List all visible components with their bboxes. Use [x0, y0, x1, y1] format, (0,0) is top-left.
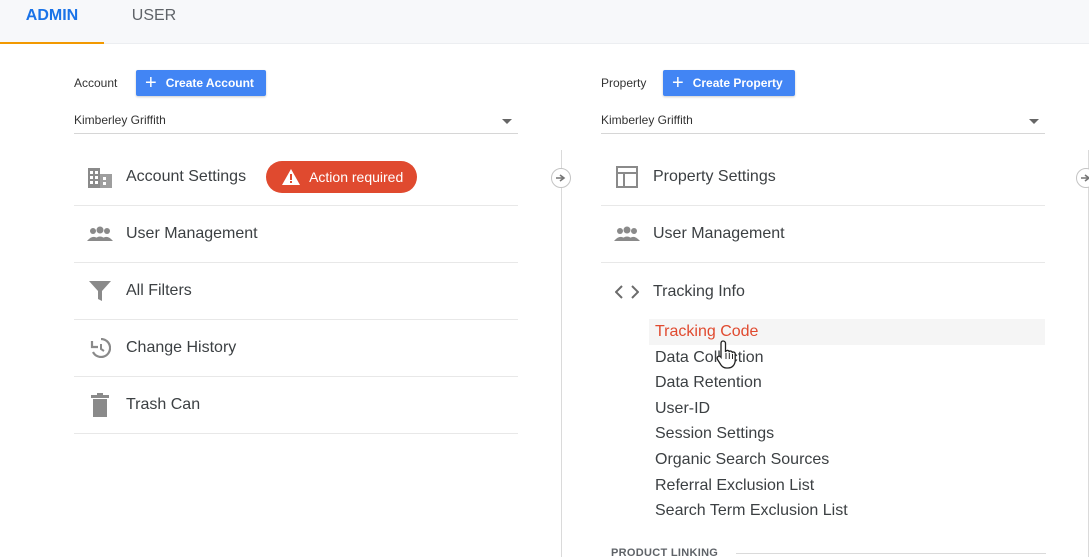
plus-icon: + [145, 72, 157, 94]
menu-item-label: Account Settings [126, 168, 247, 185]
warning-icon [282, 169, 301, 185]
account-selector[interactable]: Kimberley Griffith [74, 106, 518, 134]
filter-icon [74, 281, 126, 301]
tracking-info-submenu: Tracking Code Data Collection Data Reten… [649, 319, 1045, 524]
account-menu: Account Settings Action required User Ma… [74, 149, 518, 434]
section-heading-product-linking: PRODUCT LINKING [611, 547, 719, 559]
action-required-badge[interactable]: Action required [266, 161, 418, 193]
menu-item-trash-can[interactable]: Trash Can [74, 377, 518, 434]
admin-tab-bar: ADMIN USER [0, 0, 1089, 44]
expand-arrow-button[interactable] [1076, 168, 1089, 188]
menu-item-property-settings[interactable]: Property Settings [601, 149, 1045, 206]
submenu-item-search-term-exclusion-list[interactable]: Search Term Exclusion List [649, 498, 1045, 524]
plus-icon: + [672, 72, 684, 94]
create-property-label: Create Property [692, 76, 783, 90]
property-selected-value: Kimberley Griffith [601, 112, 693, 127]
code-icon [601, 284, 653, 300]
menu-item-all-filters[interactable]: All Filters [74, 263, 518, 320]
menu-item-label: Tracking Info [653, 282, 745, 300]
layout-icon [601, 166, 653, 188]
people-icon [601, 225, 653, 243]
building-icon [74, 166, 126, 188]
create-property-button[interactable]: + Create Property [663, 70, 795, 96]
submenu-item-referral-exclusion-list[interactable]: Referral Exclusion List [649, 473, 1045, 499]
submenu-item-tracking-code[interactable]: Tracking Code [649, 319, 1045, 345]
property-column-label: Property [601, 76, 647, 90]
account-selected-value: Kimberley Griffith [74, 112, 166, 127]
submenu-item-data-retention[interactable]: Data Retention [649, 370, 1045, 396]
dropdown-caret-icon [1029, 119, 1039, 124]
submenu-item-organic-search-sources[interactable]: Organic Search Sources [649, 447, 1045, 473]
menu-item-account-settings[interactable]: Account Settings Action required [74, 149, 518, 206]
expand-arrow-button[interactable] [551, 168, 571, 188]
people-icon [74, 225, 126, 243]
menu-item-label: All Filters [126, 282, 192, 299]
section-divider [736, 553, 1046, 554]
dropdown-caret-icon [502, 119, 512, 124]
property-selector[interactable]: Kimberley Griffith [601, 106, 1045, 134]
menu-item-label: User Management [126, 225, 258, 242]
create-account-label: Create Account [165, 76, 254, 90]
hand-cursor-icon [716, 340, 740, 375]
arrow-right-icon [556, 174, 566, 182]
menu-item-label: User Management [653, 225, 785, 242]
history-icon [74, 338, 126, 358]
column-divider [561, 150, 562, 557]
tab-admin[interactable]: ADMIN [0, 0, 104, 44]
menu-item-change-history[interactable]: Change History [74, 320, 518, 377]
property-menu: Property Settings User Management Tracki… [601, 149, 1045, 320]
menu-item-label: Change History [126, 339, 237, 356]
submenu-item-user-id[interactable]: User-ID [649, 396, 1045, 422]
tab-user[interactable]: USER [104, 0, 204, 44]
arrow-right-icon [1081, 174, 1089, 182]
menu-item-property-user-management[interactable]: User Management [601, 206, 1045, 263]
account-column-label: Account [74, 76, 118, 90]
menu-item-label: Trash Can [126, 396, 201, 413]
menu-item-user-management[interactable]: User Management [74, 206, 518, 263]
menu-item-tracking-info[interactable]: Tracking Info [601, 263, 1045, 320]
menu-item-label: Property Settings [653, 168, 776, 185]
submenu-item-session-settings[interactable]: Session Settings [649, 421, 1045, 447]
submenu-item-data-collection[interactable]: Data Collection [649, 345, 1045, 371]
badge-label: Action required [309, 169, 404, 185]
create-account-button[interactable]: + Create Account [136, 70, 266, 96]
trash-icon [74, 393, 126, 417]
